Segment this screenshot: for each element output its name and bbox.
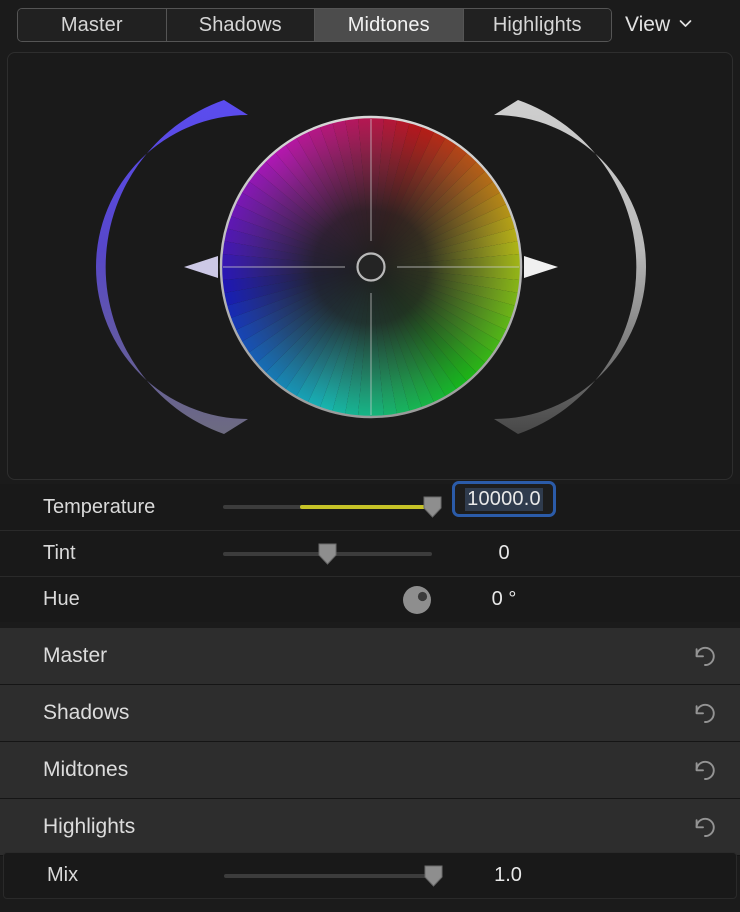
hue-label: Hue — [43, 588, 80, 610]
section-row-shadows[interactable]: Shadows — [0, 685, 740, 742]
slider-row-hue: Hue 0 ° — [0, 576, 740, 622]
mix-slider-track[interactable] — [224, 873, 433, 878]
section-label-highlights: Highlights — [43, 815, 136, 838]
tab-master[interactable]: Master — [18, 9, 167, 41]
panel-footer — [0, 900, 740, 912]
section-row-master[interactable]: Master — [0, 628, 740, 685]
slider-row-tint: Tint 0 — [0, 530, 740, 576]
hue-value: 0 ° — [491, 588, 517, 610]
tone-sections-list: Master Shadows Midtones Highlights — [0, 628, 740, 856]
color-wheel-canvas[interactable] — [8, 53, 734, 481]
section-row-highlights[interactable]: Highlights — [0, 799, 740, 856]
tint-slider-thumb[interactable] — [318, 543, 337, 565]
tab-highlights[interactable]: Highlights — [463, 9, 611, 41]
reset-arrow-icon[interactable] — [694, 701, 718, 725]
wheel-center-puck — [356, 252, 386, 282]
left-arc-pointer — [184, 256, 218, 278]
reset-arrow-icon[interactable] — [694, 644, 718, 668]
slider-rows: Temperature 10000.0 Tint 0 Hue 0 ° — [0, 481, 740, 622]
view-menu-button[interactable]: View — [625, 8, 692, 42]
temperature-slider-thumb[interactable] — [423, 496, 442, 518]
tint-value: 0 — [498, 542, 510, 564]
reset-arrow-icon[interactable] — [694, 815, 718, 839]
slider-row-mix: Mix 1.0 — [3, 852, 737, 899]
temperature-value: 10000.0 — [465, 487, 543, 511]
hue-dial-knob[interactable] — [402, 585, 432, 615]
chevron-down-icon — [679, 17, 692, 30]
temperature-label: Temperature — [43, 495, 156, 518]
mix-slider-thumb[interactable] — [424, 865, 443, 887]
tint-label: Tint — [43, 542, 76, 564]
mix-label: Mix — [47, 864, 79, 886]
section-label-shadows: Shadows — [43, 701, 130, 724]
right-arc-pointer — [524, 256, 558, 278]
mix-value: 1.0 — [494, 864, 522, 886]
reset-arrow-icon[interactable] — [694, 758, 718, 782]
temperature-slider-track[interactable] — [223, 505, 432, 509]
tab-shadows[interactable]: Shadows — [166, 9, 315, 41]
view-menu-label: View — [625, 13, 671, 36]
section-label-midtones: Midtones — [43, 758, 129, 781]
section-label-master: Master — [43, 644, 108, 667]
color-wheel-panel — [7, 52, 733, 480]
top-tab-bar: Master Shadows Midtones Highlights View — [0, 0, 740, 50]
slider-row-temperature: Temperature 10000.0 — [0, 481, 740, 530]
temperature-slider-fill — [300, 505, 432, 509]
section-row-midtones[interactable]: Midtones — [0, 742, 740, 799]
tab-midtones[interactable]: Midtones — [315, 9, 464, 41]
tone-range-segmented-control[interactable]: Master Shadows Midtones Highlights — [17, 8, 612, 42]
temperature-value-field[interactable]: 10000.0 — [452, 481, 556, 517]
